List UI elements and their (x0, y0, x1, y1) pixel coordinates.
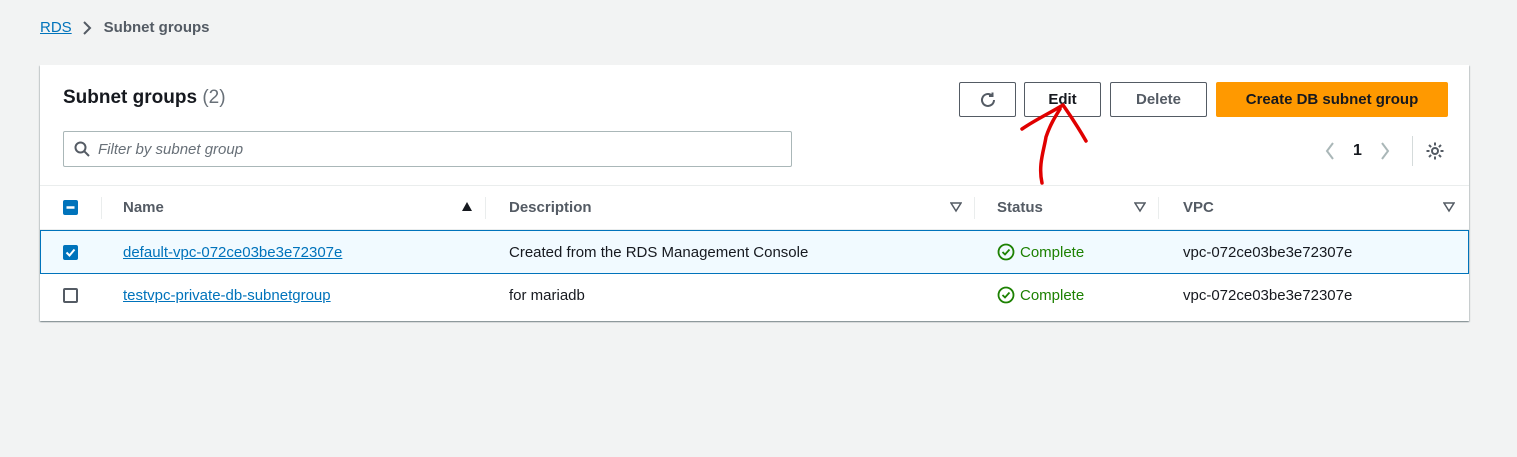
chevron-left-icon (1325, 142, 1334, 160)
table-row[interactable]: default-vpc-072ce03be3e72307e Created fr… (40, 230, 1469, 274)
next-page-button[interactable] (1372, 138, 1398, 164)
status-text: Complete (1020, 286, 1085, 304)
column-vpc-label: VPC (1183, 199, 1214, 216)
breadcrumb-current: Subnet groups (103, 19, 210, 36)
subnet-groups-panel: Subnet groups (2) Edit Delete Create DB … (40, 65, 1469, 321)
table-settings-button[interactable] (1422, 138, 1448, 164)
panel-title: Subnet groups (2) (63, 87, 226, 109)
sort-ascending-icon (462, 202, 472, 211)
sort-icon (1134, 202, 1146, 213)
check-circle-icon (997, 286, 1015, 304)
sort-icon (1443, 202, 1455, 213)
description-cell: for mariadb (509, 286, 585, 304)
column-status-label: Status (997, 199, 1043, 216)
breadcrumb-rds-link[interactable]: RDS (40, 19, 72, 36)
name-cell: default-vpc-072ce03be3e72307e (123, 231, 342, 273)
column-header-status[interactable]: Status (974, 186, 1158, 229)
column-name-label: Name (123, 199, 164, 216)
vpc-cell: vpc-072ce03be3e72307e (1183, 243, 1353, 261)
filter-input[interactable] (98, 140, 791, 158)
refresh-icon (980, 92, 995, 107)
row-checkbox[interactable] (63, 244, 78, 260)
description-cell: Created from the RDS Management Console (509, 243, 809, 261)
previous-page-button[interactable] (1317, 138, 1343, 164)
sort-icon (950, 202, 962, 213)
create-db-subnet-group-button[interactable]: Create DB subnet group (1216, 82, 1448, 117)
delete-button[interactable]: Delete (1110, 82, 1207, 117)
panel-title-text: Subnet groups (63, 87, 198, 108)
table-header: Name Description Status VPC (40, 185, 1469, 230)
table-row[interactable]: testvpc-private-db-subnetgroup for maria… (40, 274, 1469, 318)
subnet-group-name-link[interactable]: default-vpc-072ce03be3e72307e (123, 244, 342, 261)
status-text: Complete (1020, 243, 1085, 261)
column-header-description[interactable]: Description (485, 186, 974, 229)
pagination: 1 (1317, 136, 1448, 166)
filter-box (63, 131, 792, 167)
column-header-vpc[interactable]: VPC (1158, 186, 1467, 229)
pager-divider (1411, 136, 1413, 166)
status-cell: Complete (997, 231, 1084, 273)
column-description-label: Description (509, 199, 592, 216)
page-number[interactable]: 1 (1353, 142, 1362, 160)
vpc-cell: vpc-072ce03be3e72307e (1183, 286, 1353, 304)
chevron-right-icon (82, 20, 92, 35)
row-checkbox[interactable] (63, 287, 78, 303)
row-select-cell (63, 231, 78, 273)
breadcrumb: RDS Subnet groups (40, 19, 210, 36)
check-circle-icon (997, 243, 1015, 261)
search-icon (74, 141, 90, 157)
gear-icon (1426, 142, 1444, 160)
refresh-button[interactable] (959, 82, 1016, 117)
name-cell: testvpc-private-db-subnetgroup (123, 274, 331, 316)
subnet-group-name-link[interactable]: testvpc-private-db-subnetgroup (123, 287, 331, 304)
column-header-name[interactable]: Name (101, 186, 485, 229)
chevron-right-icon (1381, 142, 1390, 160)
status-cell: Complete (997, 274, 1084, 316)
select-all-checkbox[interactable] (63, 200, 78, 215)
panel-count: (2) (202, 87, 226, 108)
select-all-cell (63, 186, 78, 229)
row-select-cell (63, 274, 78, 316)
edit-button[interactable]: Edit (1024, 82, 1101, 117)
